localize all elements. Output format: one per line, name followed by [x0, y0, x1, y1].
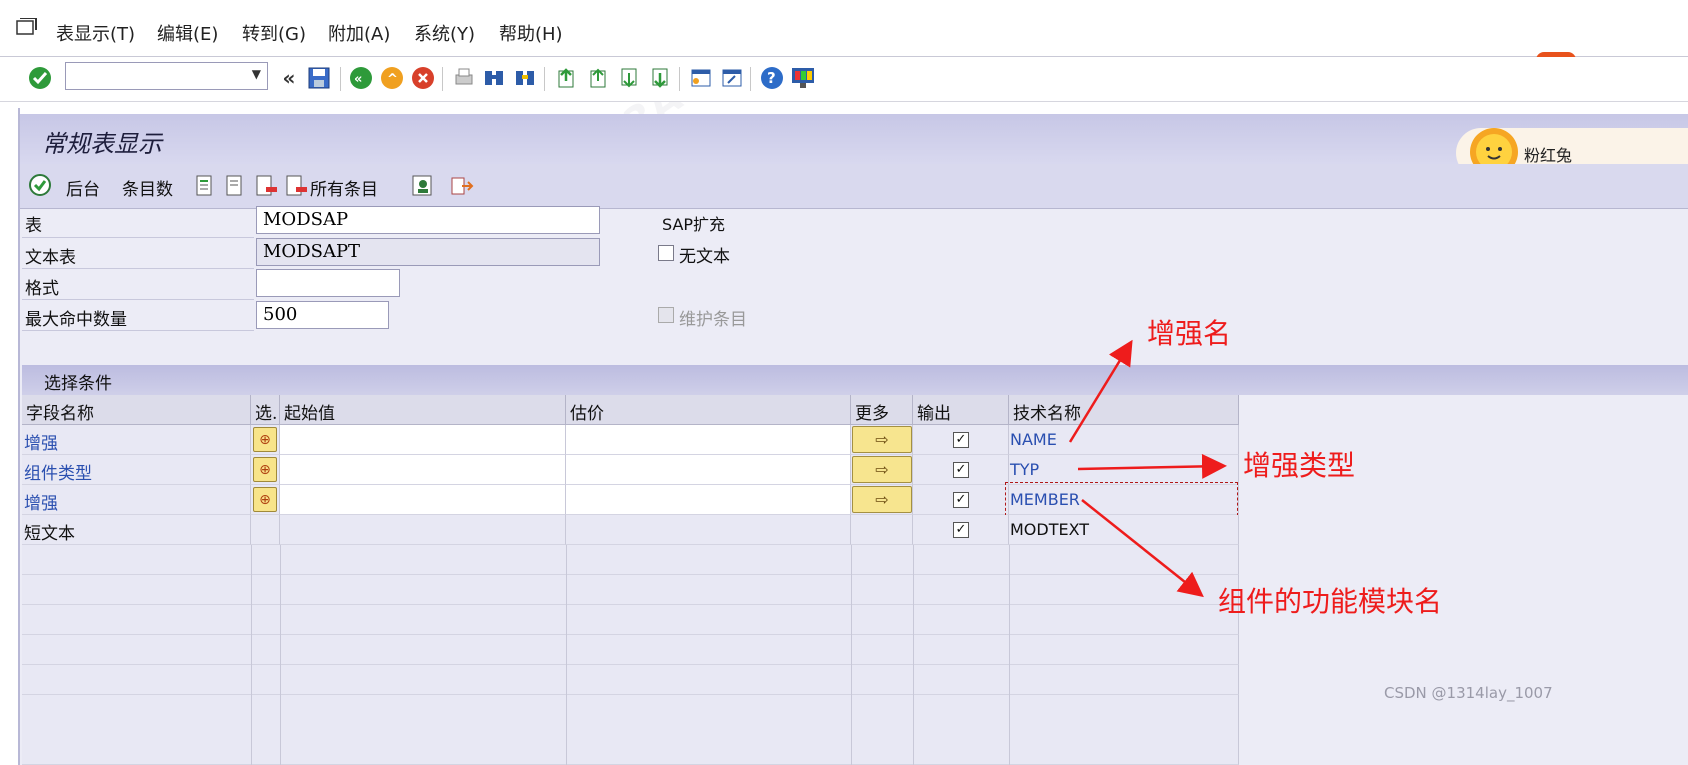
annotation-arrows	[1068, 339, 1227, 598]
csdn-watermark: CSDN @1314lay_1007	[1384, 684, 1553, 702]
annotation-enhancement-name: 增强名	[1147, 317, 1232, 350]
annotation-function-module: 组件的功能模块名	[1218, 585, 1443, 618]
annotation-enhancement-type: 增强类型	[1243, 449, 1356, 482]
